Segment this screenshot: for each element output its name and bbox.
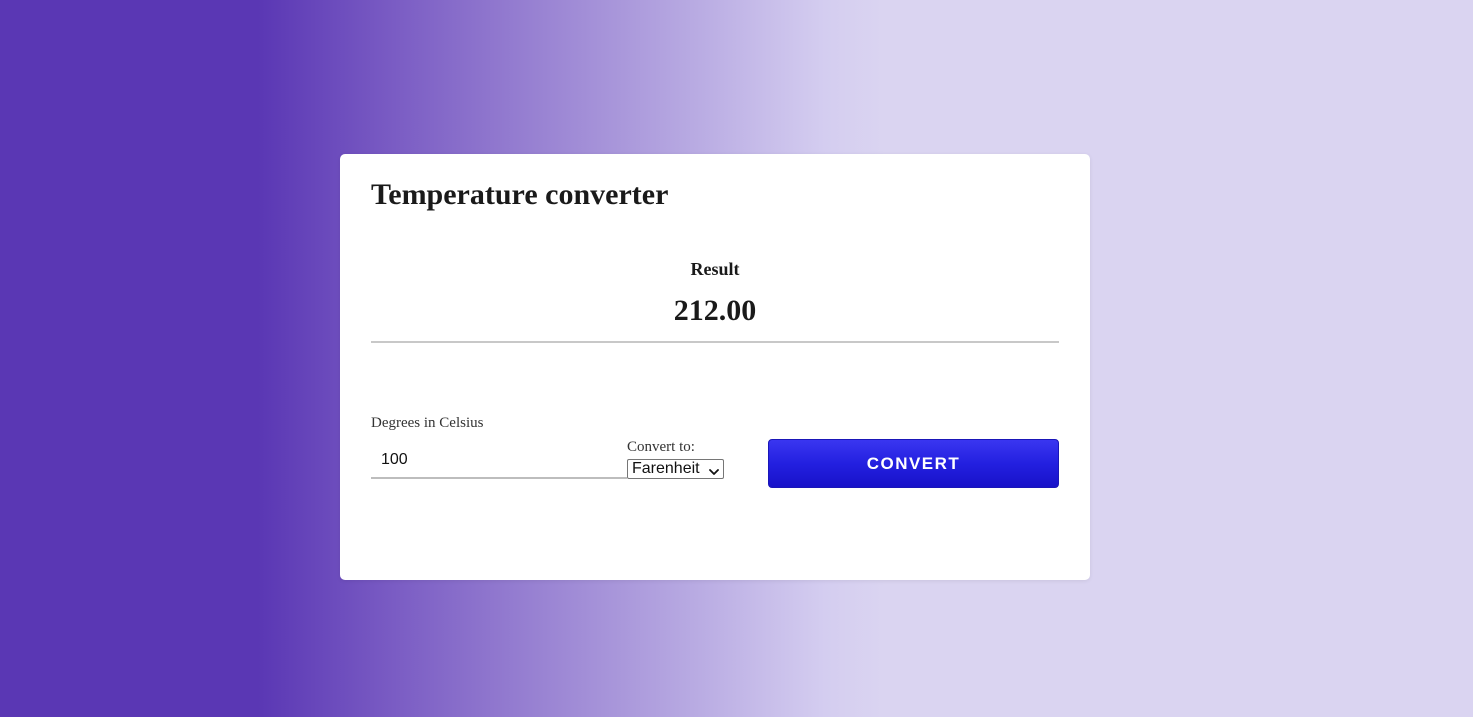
convert-button[interactable]: CONVERT <box>768 439 1059 488</box>
unit-select-value: Farenheit <box>632 460 700 477</box>
unit-select[interactable]: Farenheit <box>627 459 724 479</box>
result-label: Result <box>690 259 740 279</box>
page-title: Temperature converter <box>371 178 669 211</box>
convert-to-label: Convert to: <box>627 439 695 455</box>
chevron-down-icon <box>709 464 719 475</box>
celsius-label: Degrees in Celsius <box>371 415 484 431</box>
celsius-input[interactable] <box>371 443 627 479</box>
divider <box>371 341 1059 343</box>
converter-card: Temperature converter Result 212.00 Degr… <box>340 154 1090 580</box>
result-value: 212.00 <box>673 294 757 327</box>
